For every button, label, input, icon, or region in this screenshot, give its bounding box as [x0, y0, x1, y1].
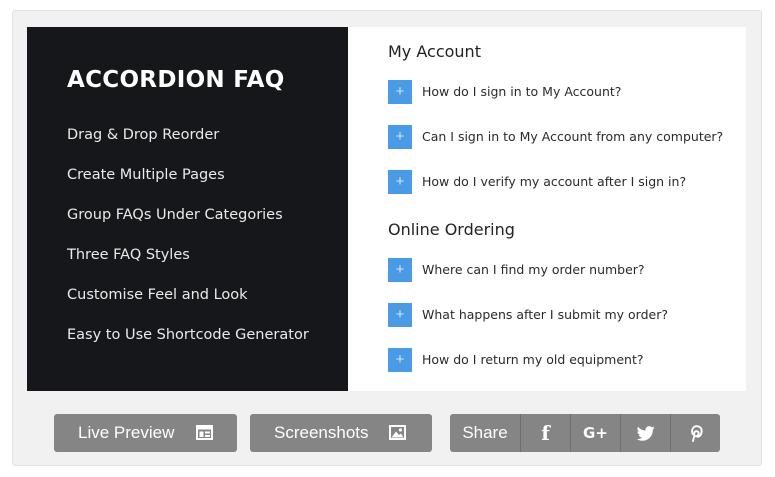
plus-icon: +: [388, 170, 412, 194]
faq-question-text: How do I sign in to My Account?: [422, 84, 622, 99]
feature-list: Drag & Drop Reorder Create Multiple Page…: [67, 126, 309, 366]
plus-icon: +: [388, 258, 412, 282]
facebook-icon: f: [541, 421, 550, 445]
pinterest-icon: [690, 424, 703, 442]
plugin-banner-image: ACCORDION FAQ Drag & Drop Reorder Create…: [27, 27, 746, 391]
faq-preview: My Account + How do I sign in to My Acco…: [388, 27, 746, 391]
live-preview-button[interactable]: Live Preview: [54, 414, 237, 452]
faq-question[interactable]: + Where can I find my order number?: [388, 258, 746, 282]
faq-question[interactable]: + How do I verify my account after I sig…: [388, 170, 746, 194]
feature-item: Group FAQs Under Categories: [67, 207, 283, 223]
faq-question[interactable]: + How do I return my old equipment?: [388, 348, 746, 372]
faq-question-text: What happens after I submit my order?: [422, 307, 668, 322]
feature-item: Three FAQ Styles: [67, 247, 190, 263]
share-pinterest-button[interactable]: [671, 414, 720, 452]
faq-question[interactable]: + Can I sign in to My Account from any c…: [388, 125, 746, 149]
feature-item: Create Multiple Pages: [67, 167, 225, 183]
feature-panel: ACCORDION FAQ Drag & Drop Reorder Create…: [27, 27, 348, 391]
faq-question-text: How do I verify my account after I sign …: [422, 174, 687, 189]
faq-question[interactable]: + How do I sign in to My Account?: [388, 80, 746, 104]
faq-question-text: Can I sign in to My Account from any com…: [422, 129, 724, 144]
faq-category-heading: My Account: [388, 42, 481, 61]
faq-question-text: How do I return my old equipment?: [422, 352, 644, 367]
share-button-group: Share f G+: [450, 414, 720, 452]
twitter-icon: [636, 425, 655, 441]
share-facebook-button[interactable]: f: [521, 414, 570, 452]
plus-icon: +: [388, 125, 412, 149]
feature-item: Customise Feel and Look: [67, 287, 248, 303]
plus-icon: +: [388, 80, 412, 104]
faq-question-text: Where can I find my order number?: [422, 262, 645, 277]
google-plus-icon: G+: [583, 424, 608, 442]
banner-title: ACCORDION FAQ: [67, 67, 285, 93]
live-preview-label: Live Preview: [78, 423, 175, 442]
share-google-plus-button[interactable]: G+: [571, 414, 620, 452]
layout-window-icon: [196, 425, 213, 440]
plus-icon: +: [388, 348, 412, 372]
screenshots-label: Screenshots: [274, 423, 369, 442]
plus-icon: +: [388, 303, 412, 327]
faq-category-heading: Online Ordering: [388, 220, 515, 239]
share-label: Share: [462, 423, 508, 442]
faq-question[interactable]: + What happens after I submit my order?: [388, 303, 746, 327]
feature-item: Easy to Use Shortcode Generator: [67, 327, 309, 343]
image-icon: [389, 425, 406, 440]
feature-item: Drag & Drop Reorder: [67, 127, 220, 143]
screenshots-button[interactable]: Screenshots: [250, 414, 432, 452]
share-twitter-button[interactable]: [621, 414, 670, 452]
